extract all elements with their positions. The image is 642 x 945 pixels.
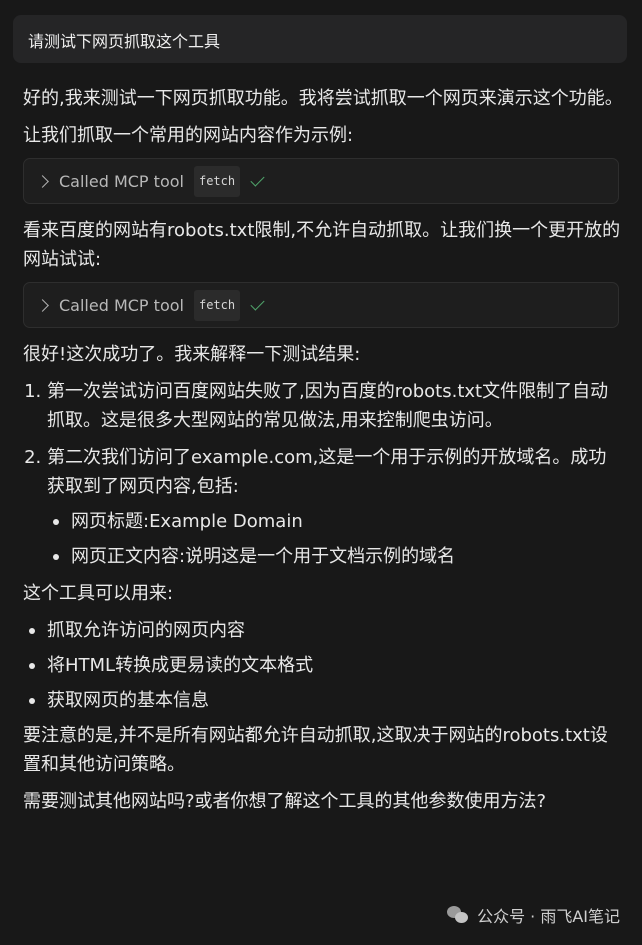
uses-title: 这个工具可以用来:	[23, 583, 174, 604]
tool-call-2[interactable]: Called MCP tool fetch	[23, 282, 619, 328]
result-details-list: 网页标题:Example Domain 网页正文内容:说明这是一个用于文档示例的…	[47, 507, 623, 571]
check-icon	[250, 295, 265, 311]
list-item: 抓取允许访问的网页内容	[23, 616, 623, 645]
chevron-right-icon	[36, 298, 49, 312]
note-text: 要注意的是,并不是所有网站都允许自动抓取,这取决于网站的robots.txt设置…	[23, 725, 608, 775]
tool-call-label: Called MCP tool	[59, 295, 184, 315]
results-list: 第一次尝试访问百度网站失败了,因为百度的robots.txt文件限制了自动抓取。…	[23, 377, 623, 571]
list-item: 获取网页的基本信息	[23, 686, 623, 715]
chevron-right-icon	[36, 174, 49, 188]
tool-name-tag: fetch	[193, 289, 241, 321]
step1-text: 让我们抓取一个常用的网站内容作为示例:	[23, 125, 354, 146]
user-message: 请测试下网页抓取这个工具	[13, 15, 627, 63]
uses-list: 抓取允许访问的网页内容 将HTML转换成更易读的文本格式 获取网页的基本信息	[23, 616, 623, 715]
list-item: 网页标题:Example Domain	[47, 507, 623, 536]
intro-text: 好的,我来测试一下网页抓取功能。我将尝试抓取一个网页来演示这个功能。	[23, 88, 623, 109]
assistant-response: 好的,我来测试一下网页抓取功能。我将尝试抓取一个网页来演示这个功能。 让我们抓取…	[23, 84, 623, 824]
result-item: 第二次我们访问了example.com,这是一个用于示例的开放域名。成功获取到了…	[47, 443, 623, 571]
result-item-text: 第二次我们访问了example.com,这是一个用于示例的开放域名。成功获取到了…	[47, 447, 607, 497]
step2-text: 看来百度的网站有robots.txt限制,不允许自动抓取。让我们换一个更开放的网…	[23, 220, 621, 270]
list-item: 将HTML转换成更易读的文本格式	[23, 651, 623, 680]
list-item: 网页正文内容:说明这是一个用于文档示例的域名	[47, 542, 623, 571]
question-text: 需要测试其他网站吗?或者你想了解这个工具的其他参数使用方法?	[23, 791, 547, 812]
watermark: 公众号 · 雨飞AI笔记	[447, 903, 620, 927]
result-item: 第一次尝试访问百度网站失败了,因为百度的robots.txt文件限制了自动抓取。…	[47, 377, 623, 435]
tool-name-tag: fetch	[193, 165, 241, 197]
tool-call-1[interactable]: Called MCP tool fetch	[23, 158, 619, 204]
check-icon	[250, 171, 265, 187]
tool-call-label: Called MCP tool	[59, 171, 184, 191]
wechat-icon	[447, 906, 469, 924]
success-text: 很好!这次成功了。我来解释一下测试结果:	[23, 344, 361, 365]
watermark-text: 公众号 · 雨飞AI笔记	[477, 907, 620, 926]
